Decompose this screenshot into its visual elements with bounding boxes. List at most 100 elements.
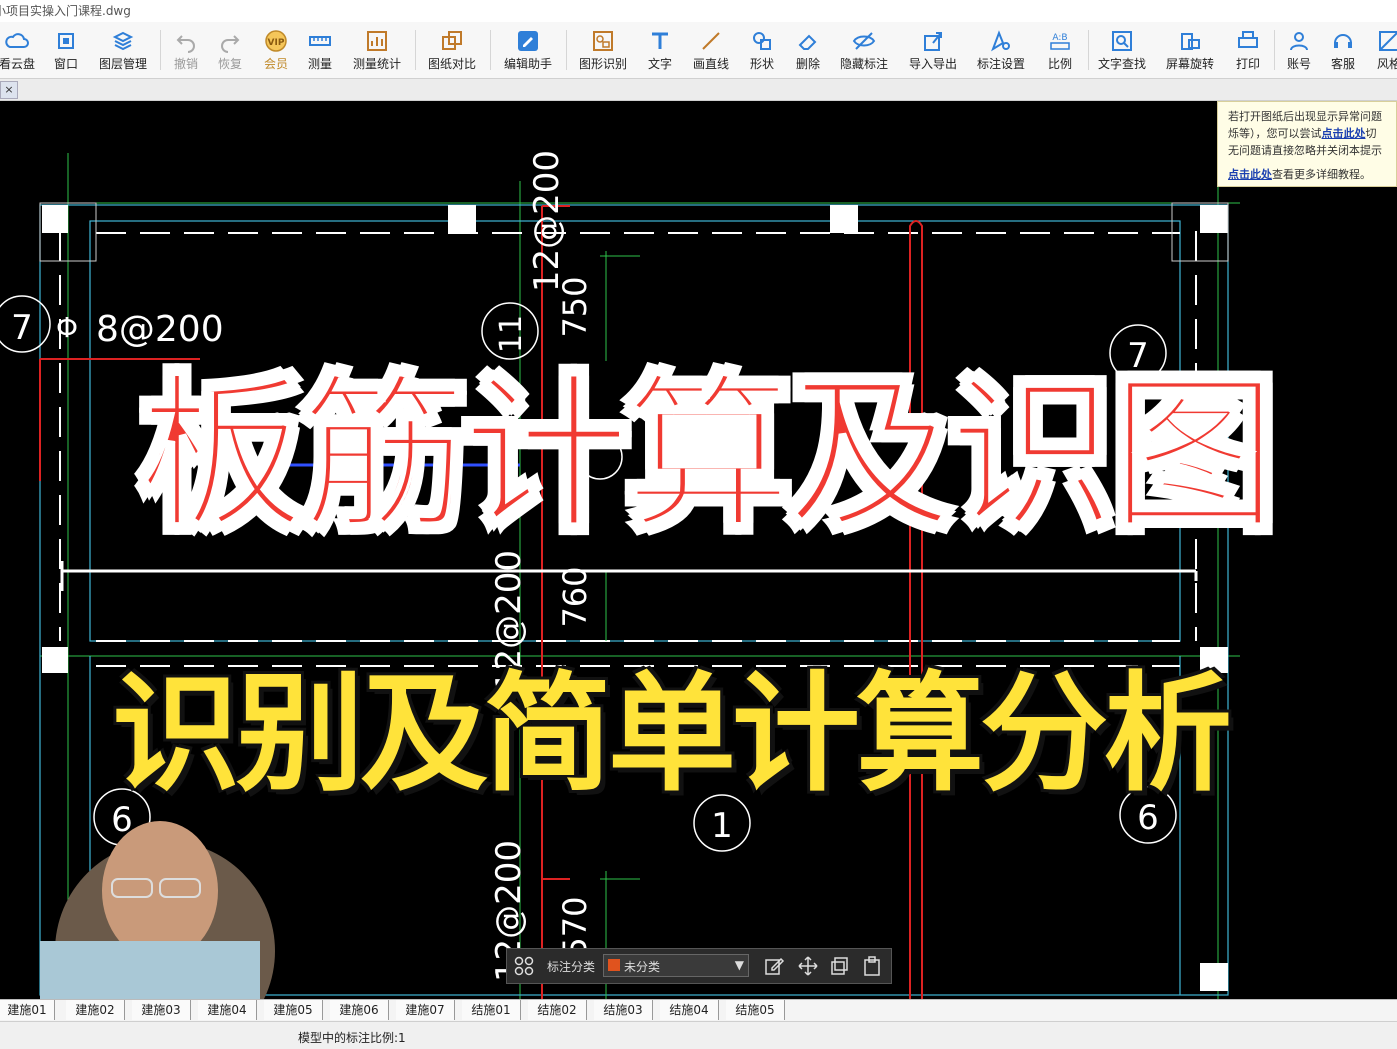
category-selected-value: 未分类 xyxy=(624,960,661,974)
edit-annotation-icon[interactable] xyxy=(763,955,785,977)
notice-line-4: 点击此处查看更多详细教程。 xyxy=(1228,168,1371,181)
compare-icon xyxy=(442,31,462,50)
sheet-tab[interactable]: 结施05 xyxy=(726,1000,785,1020)
toolbar-separator xyxy=(566,30,567,70)
svg-text:A:B: A:B xyxy=(1052,33,1067,43)
annotation-category-label: 标注分类 xyxy=(547,960,596,974)
grid-icon[interactable] xyxy=(513,955,535,977)
copy-icon[interactable] xyxy=(829,955,851,977)
headset-icon xyxy=(1334,34,1352,48)
hide-annotation-icon xyxy=(852,32,876,50)
style-button[interactable]: 风格 xyxy=(1368,22,1397,78)
shape-recognize-button[interactable]: 图形识别 xyxy=(572,22,634,78)
axis-label-7: 7 xyxy=(11,308,33,348)
measure-button[interactable]: 测量 xyxy=(298,22,342,78)
toolbar-separator xyxy=(415,30,416,70)
print-button[interactable]: 打印 xyxy=(1226,22,1270,78)
long-rebar xyxy=(60,561,1198,591)
paste-icon[interactable] xyxy=(861,955,883,977)
chevron-down-icon: ▼ xyxy=(734,958,744,972)
axis-label-11: 11 xyxy=(494,315,529,353)
notice-click-here-link[interactable]: 点击此处 xyxy=(1322,127,1366,140)
toolbar-separator xyxy=(160,30,161,70)
sheet-tab[interactable]: 建施03 xyxy=(132,1000,191,1020)
move-icon[interactable] xyxy=(797,955,819,977)
edit-assistant-button[interactable]: 编辑助手 xyxy=(496,22,560,78)
sheet-tab[interactable]: 建施04 xyxy=(198,1000,257,1020)
annotation-category-select[interactable]: 未分类 ▼ xyxy=(603,954,749,977)
annotation-float-bar: 标注分类 未分类 ▼ xyxy=(506,948,892,984)
scale-icon: A:B xyxy=(1050,33,1070,50)
measure-stats-icon xyxy=(367,31,387,51)
drawing-compare-button[interactable]: 图纸对比 xyxy=(420,22,484,78)
notice-line-1: 若打开图纸后出现显示异常问题 xyxy=(1228,110,1382,123)
undo-button[interactable]: 撤销 xyxy=(164,22,208,78)
rotate-screen-button[interactable]: 屏幕旋转 xyxy=(1162,22,1218,78)
text-icon xyxy=(652,32,668,49)
eraser-icon xyxy=(798,34,817,50)
measure-stats-button[interactable]: 测量统计 xyxy=(346,22,408,78)
main-toolbar: 看云盘 窗口 图层管理 撤销 恢复 VIP 会员 测量 测量统计 图纸对比 编辑… xyxy=(0,22,1397,79)
notice-tutorial-link[interactable]: 点击此处 xyxy=(1228,168,1272,181)
overlay-headline: 板筋计算及识图 xyxy=(137,356,1280,555)
window-title: 小项目实操入门课程.dwg xyxy=(0,4,131,18)
rotate-screen-icon xyxy=(1181,33,1200,50)
window-icon xyxy=(58,33,74,49)
phi-symbol: Φ xyxy=(56,311,78,344)
notice-line-3: 无问题请直接忽略并关闭本提示 xyxy=(1228,144,1382,157)
shape-button[interactable]: 形状 xyxy=(740,22,784,78)
close-tab-button[interactable]: × xyxy=(0,81,18,99)
overlay-subline: 识别及简单计算分析 xyxy=(111,660,1232,809)
category-color-swatch xyxy=(608,959,620,971)
dim-label-760: 760 xyxy=(556,566,594,627)
import-export-icon xyxy=(924,32,942,51)
shape-recognize-icon xyxy=(593,31,613,51)
sheet-tab[interactable]: 建施07 xyxy=(396,1000,455,1020)
redo-icon xyxy=(221,35,240,53)
display-notice-popup: 若打开图纸后出现显示异常问题 烁等），您可以尝试点击此处切 无问题请直接忽略并关… xyxy=(1217,101,1397,187)
sheet-tab[interactable]: 建施05 xyxy=(264,1000,323,1020)
line-icon xyxy=(702,32,720,50)
style-icon xyxy=(1379,31,1397,51)
window-button[interactable]: 窗口 xyxy=(44,22,88,78)
draw-line-button[interactable]: 画直线 xyxy=(686,22,736,78)
ruler-icon xyxy=(309,36,331,46)
import-export-button[interactable]: 导入导出 xyxy=(902,22,964,78)
layers-icon xyxy=(112,31,134,51)
cloud-icon xyxy=(5,33,29,48)
layer-manager-button[interactable]: 图层管理 xyxy=(92,22,154,78)
dim-label-750: 750 xyxy=(556,276,594,337)
rebar-label-12-200-top: 12@200 xyxy=(527,150,567,292)
sheet-tab[interactable]: 结施03 xyxy=(594,1000,653,1020)
account-button[interactable]: 账号 xyxy=(1278,22,1320,78)
vip-icon: VIP xyxy=(265,30,287,52)
text-search-button[interactable]: 文字查找 xyxy=(1094,22,1150,78)
notice-line-2: 烁等），您可以尝试点击此处切 xyxy=(1228,127,1377,140)
toolbar-separator xyxy=(1088,30,1089,70)
sheet-tab[interactable]: 结施04 xyxy=(660,1000,719,1020)
scale-button[interactable]: A:B 比例 xyxy=(1038,22,1082,78)
vip-button[interactable]: VIP 会员 xyxy=(254,22,298,78)
svg-text:VIP: VIP xyxy=(268,38,285,48)
sheet-tab[interactable]: 建施02 xyxy=(66,1000,125,1020)
sheet-tab[interactable]: 结施01 xyxy=(462,1000,521,1020)
axis-label-1: 1 xyxy=(711,806,733,846)
delete-button[interactable]: 删除 xyxy=(786,22,830,78)
undo-icon xyxy=(176,35,195,53)
text-button[interactable]: 文字 xyxy=(638,22,682,78)
sheet-tab[interactable]: 建施01 xyxy=(0,1000,55,1020)
toolbar-separator xyxy=(1274,30,1275,70)
rebar-label-8-200: 8@200 xyxy=(96,309,224,350)
hide-annotation-button[interactable]: 隐藏标注 xyxy=(834,22,894,78)
annotation-scale-status: 模型中的标注比例:1 xyxy=(298,1031,406,1045)
cloud-button[interactable]: 看云盘 xyxy=(0,22,42,78)
sheet-tab[interactable]: 结施02 xyxy=(528,1000,587,1020)
redo-button[interactable]: 恢复 xyxy=(208,22,252,78)
customer-service-button[interactable]: 客服 xyxy=(1322,22,1364,78)
annotation-settings-button[interactable]: 标注设置 xyxy=(970,22,1032,78)
sheet-tab[interactable]: 建施06 xyxy=(330,1000,389,1020)
document-tab-row: × xyxy=(0,79,1397,101)
shape-icon xyxy=(753,32,771,50)
annotation-settings-icon xyxy=(991,30,1010,52)
sheet-tab-bar: 建施01 建施02 建施03 建施04 建施05 建施06 建施07 结施01 … xyxy=(0,999,1397,1021)
